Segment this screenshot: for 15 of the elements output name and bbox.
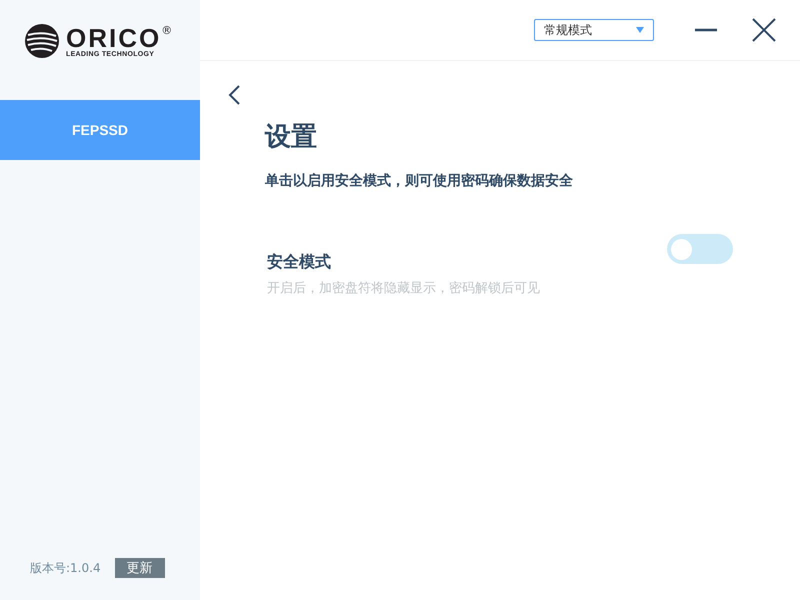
back-icon[interactable]: [228, 85, 240, 105]
brand-name: ORICO: [66, 24, 162, 50]
sidebar-item[interactable]: FEPSSD: [0, 100, 200, 160]
close-icon[interactable]: [752, 18, 776, 42]
toggle-switch[interactable]: [667, 234, 733, 264]
update-button[interactable]: 更新: [114, 558, 165, 578]
caret-icon: [636, 27, 644, 33]
option-hint: 开启后，加密盘符将隐藏显示，密码解锁后可见: [267, 280, 540, 297]
page-title: 设置: [265, 121, 318, 154]
registered-mark: ®: [161, 24, 172, 36]
page-description: 单击以启用安全模式，则可使用密码确保数据安全: [265, 172, 574, 190]
option-label: 安全模式: [267, 252, 332, 273]
version-label: 版本号:1.0.4: [30, 560, 101, 576]
mode-dropdown[interactable]: 常规模式: [534, 19, 654, 41]
logo-icon: [22, 21, 62, 61]
